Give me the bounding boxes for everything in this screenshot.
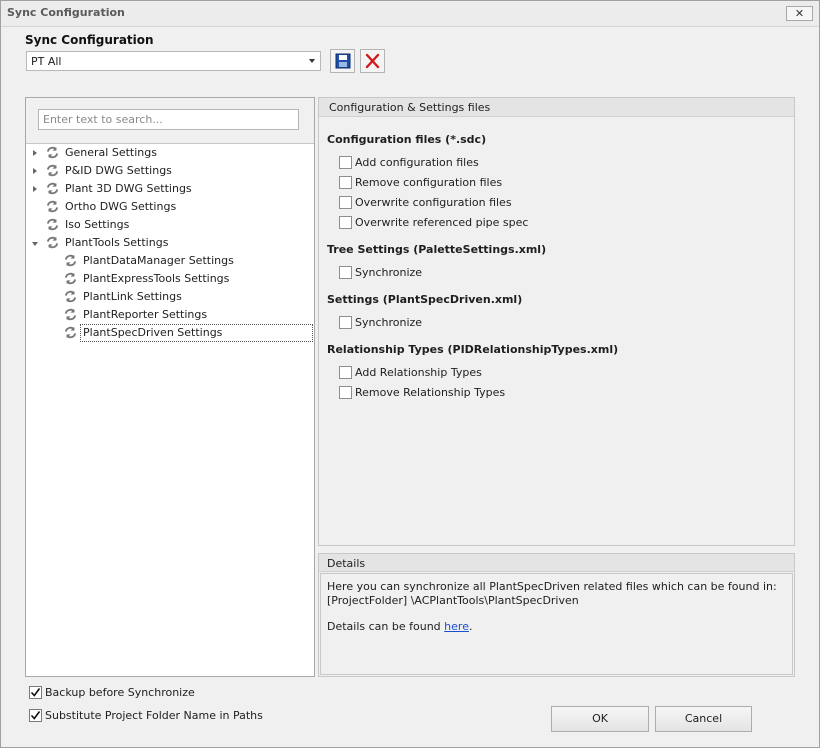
settings-sync-checkbox[interactable] [339,316,352,329]
sync-icon [64,254,77,267]
section-title: Sync Configuration [25,33,154,47]
substitute-folder-checkbox[interactable] [29,709,42,722]
collapse-icon[interactable] [32,242,38,246]
checkbox-label: Overwrite configuration files [355,196,512,209]
expand-icon[interactable] [33,150,37,156]
tree-item-plantdatamanager[interactable]: PlantDataManager Settings [26,252,314,270]
sync-icon [46,218,59,231]
sync-icon [64,290,77,303]
chevron-down-icon[interactable] [309,59,315,63]
substitute-folder-label: Substitute Project Folder Name in Paths [45,709,263,722]
tree-item-plantreporter[interactable]: PlantReporter Settings [26,306,314,324]
tree-item-label: General Settings [65,146,157,159]
window-title: Sync Configuration [7,6,125,19]
tree-item-iso[interactable]: Iso Settings [26,216,314,234]
checkmark-icon [30,688,41,697]
delete-button[interactable] [360,49,385,73]
checkbox-label: Remove configuration files [355,176,503,189]
tree-item-label: PlantTools Settings [65,236,169,249]
details-text-line3: Details can be found here. [327,620,472,633]
add-config-files-checkbox[interactable] [339,156,352,169]
sync-icon [46,164,59,177]
group-relationship-types-title: Relationship Types (PIDRelationshipTypes… [327,343,619,356]
tree-item-general[interactable]: General Settings [26,144,314,162]
delete-icon [365,53,380,69]
tree-item-label: PlantSpecDriven Settings [83,326,223,339]
details-link-suffix: . [468,620,473,633]
config-select-value: PT All [31,55,62,68]
details-text-line1: Here you can synchronize all PlantSpecDr… [327,580,777,593]
backup-checkbox[interactable] [29,686,42,699]
details-link-prefix: Details can be found [327,620,445,633]
sync-icon [46,146,59,159]
cancel-button[interactable]: Cancel [655,706,752,732]
tree-item-label: PlantLink Settings [83,290,182,303]
checkbox-label: Synchronize [355,266,423,279]
checkbox-label: Remove Relationship Types [355,386,506,399]
group-settings-title: Settings (PlantSpecDriven.xml) [327,293,523,306]
details-text-line2: [ProjectFolder] \ACPlantTools\PlantSpecD… [327,594,579,607]
tree-item-plantexpresstools[interactable]: PlantExpressTools Settings [26,270,314,288]
panel-header-title: Configuration & Settings files [329,101,491,114]
expand-icon[interactable] [33,186,37,192]
backup-label: Backup before Synchronize [45,686,195,699]
save-icon [335,53,351,69]
tree-item-label: P&ID DWG Settings [65,164,172,177]
overwrite-config-files-checkbox[interactable] [339,196,352,209]
tree-item-plantspecdriven[interactable]: PlantSpecDriven Settings [26,324,314,342]
sync-icon [46,200,59,213]
checkbox-label: Add Relationship Types [355,366,482,379]
save-button[interactable] [330,49,355,73]
tree-item-label: PlantDataManager Settings [83,254,234,267]
group-config-files-title: Configuration files (*.sdc) [327,133,487,146]
tree-item-label: PlantExpressTools Settings [83,272,230,285]
tree-item-label: Plant 3D DWG Settings [65,182,192,195]
sync-icon [46,236,59,249]
expand-icon[interactable] [33,168,37,174]
tree-item-label: PlantReporter Settings [83,308,208,321]
tree-item-pid-dwg[interactable]: P&ID DWG Settings [26,162,314,180]
details-header-title: Details [327,557,366,570]
overwrite-pipe-spec-checkbox[interactable] [339,216,352,229]
checkbox-label: Synchronize [355,316,423,329]
tree-item-plantlink[interactable]: PlantLink Settings [26,288,314,306]
checkmark-icon [30,711,41,720]
sync-icon [64,308,77,321]
tree-item-label: Ortho DWG Settings [65,200,177,213]
group-tree-settings-title: Tree Settings (PaletteSettings.xml) [327,243,547,256]
checkbox-label: Add configuration files [355,156,479,169]
tree-item-label: Iso Settings [65,218,130,231]
details-here-link[interactable]: here [444,620,469,633]
sync-icon [64,326,77,339]
sync-icon [64,272,77,285]
config-select[interactable]: PT All [26,51,321,71]
sync-icon [46,182,59,195]
tree-item-plant3d-dwg[interactable]: Plant 3D DWG Settings [26,180,314,198]
tree-settings-sync-checkbox[interactable] [339,266,352,279]
tree-item-planttools[interactable]: PlantTools Settings [26,234,314,252]
tree-item-ortho-dwg[interactable]: Ortho DWG Settings [26,198,314,216]
search-input[interactable]: Enter text to search... [38,109,299,130]
remove-config-files-checkbox[interactable] [339,176,352,189]
remove-relationship-types-checkbox[interactable] [339,386,352,399]
details-header [319,554,794,572]
checkbox-label: Overwrite referenced pipe spec [355,216,529,229]
ok-button[interactable]: OK [551,706,649,732]
add-relationship-types-checkbox[interactable] [339,366,352,379]
close-button[interactable]: ✕ [786,6,813,21]
